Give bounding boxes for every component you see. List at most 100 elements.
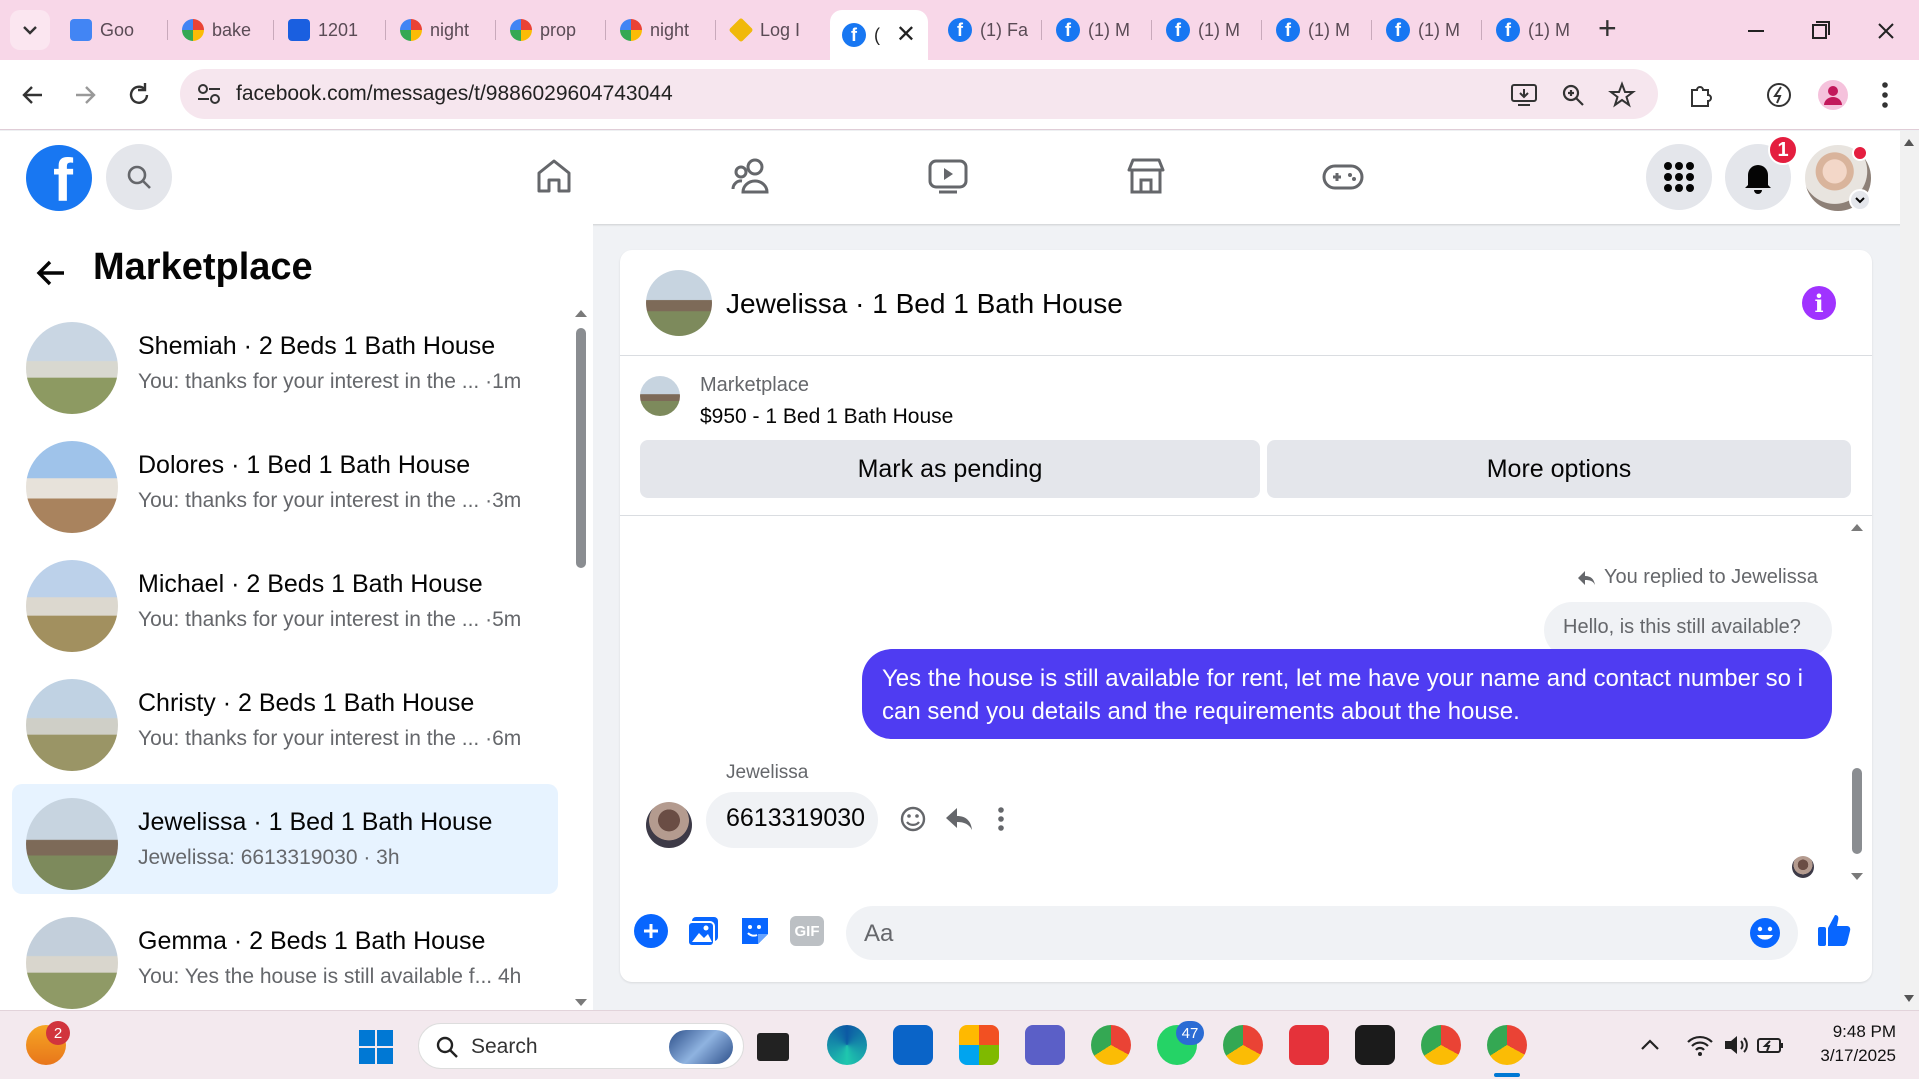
conversation-info-button[interactable]: i [1802, 286, 1836, 320]
chevron-up-icon[interactable] [1640, 1037, 1660, 1051]
menu-button[interactable] [1646, 144, 1712, 210]
thumbs-up-icon[interactable] [1816, 912, 1852, 948]
emoji-icon[interactable] [1748, 916, 1782, 950]
site-settings-icon[interactable] [196, 82, 222, 106]
chrome-profile-icon[interactable] [1223, 1025, 1263, 1065]
more-options-button[interactable]: More options [1267, 440, 1851, 498]
performance-icon[interactable] [1764, 80, 1794, 110]
browser-tab[interactable]: 1201 [276, 10, 386, 50]
stock-app-icon[interactable] [1355, 1025, 1395, 1065]
wifi-icon[interactable] [1686, 1033, 1714, 1057]
mark-as-pending-button[interactable]: Mark as pending [640, 440, 1260, 498]
browser-tab[interactable]: f (1) M [1154, 10, 1262, 50]
scroll-down-icon[interactable] [574, 998, 588, 1008]
task-view-icon[interactable] [757, 1033, 789, 1061]
browser-tab[interactable]: f (1) M [1264, 10, 1372, 50]
profile-avatar[interactable] [1818, 80, 1848, 110]
nav-friends[interactable] [721, 151, 781, 201]
back-button[interactable] [18, 80, 48, 110]
browser-tab[interactable]: f (1) M [1484, 10, 1592, 50]
search-button[interactable] [106, 144, 172, 210]
reply-icon [1578, 570, 1595, 585]
zoom-icon[interactable] [1560, 82, 1586, 108]
reply-icon[interactable] [944, 806, 974, 832]
browser-tab[interactable]: f (1) M [1374, 10, 1482, 50]
page-scrollbar[interactable] [1900, 131, 1919, 1010]
chat-header-title[interactable]: Jewelissa · 1 Bed 1 Bath House [726, 288, 1123, 320]
browser-tab[interactable]: Log I [718, 10, 828, 50]
clock-time[interactable]: 9:48 PM [1800, 1022, 1896, 1042]
nav-marketplace[interactable] [1116, 151, 1176, 201]
message-scrollbar[interactable] [1850, 522, 1864, 882]
browser-tab[interactable]: f (1) M [1044, 10, 1152, 50]
browser-tab[interactable]: night [608, 10, 716, 50]
nav-home[interactable] [524, 151, 584, 201]
conversation-item[interactable]: Gemma · 2 Beds 1 Bath House You: Yes the … [12, 903, 558, 1013]
chrome-profile-icon[interactable] [1487, 1025, 1527, 1065]
browser-tab[interactable]: bake [170, 10, 274, 50]
conversation-item[interactable]: Christy · 2 Beds 1 Bath House You: thanks… [12, 665, 558, 775]
bookmark-star-icon[interactable] [1608, 81, 1636, 109]
minimize-button[interactable] [1736, 16, 1776, 46]
online-dot [1852, 145, 1868, 161]
chat-header-avatar[interactable] [646, 270, 712, 336]
photo-icon[interactable] [686, 914, 720, 948]
restore-button[interactable] [1800, 16, 1840, 46]
account-menu-toggle[interactable] [1849, 189, 1871, 211]
address-bar[interactable]: facebook.com/messages/t/9886029604743044 [180, 69, 1658, 119]
outlook-icon[interactable] [893, 1025, 933, 1065]
conversation-item[interactable]: Dolores · 1 Bed 1 Bath House You: thanks … [12, 427, 558, 537]
scroll-up-icon[interactable] [574, 308, 588, 318]
facebook-logo[interactable]: f [26, 145, 92, 211]
conversation-item[interactable]: Jewelissa · 1 Bed 1 Bath House Jewelissa:… [12, 784, 558, 894]
browser-tab[interactable]: prop [498, 10, 606, 50]
wps-office-icon[interactable] [1289, 1025, 1329, 1065]
windows-start-icon[interactable] [358, 1029, 394, 1065]
received-message[interactable]: 6613319030 [706, 792, 878, 848]
scrollbar-thumb[interactable] [576, 328, 586, 568]
install-app-icon[interactable] [1510, 82, 1538, 108]
back-button[interactable] [34, 256, 68, 290]
scroll-up-icon[interactable] [1903, 137, 1915, 147]
browser-menu-button[interactable] [1880, 80, 1890, 110]
more-actions-icon[interactable] [996, 806, 1006, 832]
react-emoji-icon[interactable] [898, 804, 928, 834]
browser-tab[interactable]: Goo [58, 10, 168, 50]
chrome-icon[interactable] [1091, 1025, 1131, 1065]
chrome-profile-icon[interactable] [1421, 1025, 1461, 1065]
gif-button[interactable]: GIF [790, 916, 824, 946]
scroll-down-icon[interactable] [1850, 872, 1864, 882]
nav-video[interactable] [918, 151, 978, 201]
browser-tab-active[interactable]: f ( ✕ [830, 10, 928, 60]
browser-tab[interactable]: night [388, 10, 496, 50]
taskbar-search[interactable]: Search [418, 1023, 744, 1069]
sticker-icon[interactable] [738, 914, 772, 948]
conversation-item[interactable]: Michael · 2 Beds 1 Bath House You: thanks… [12, 546, 558, 656]
close-tab-icon[interactable]: ✕ [896, 20, 916, 49]
tab-search-button[interactable] [10, 10, 50, 50]
sender-avatar[interactable] [646, 802, 692, 848]
more-attachments-button[interactable] [634, 914, 668, 948]
edge-icon[interactable] [827, 1025, 867, 1065]
conversation-item[interactable]: Shemiah · 2 Beds 1 Bath House You: thanks… [12, 308, 558, 418]
nav-gaming[interactable] [1313, 151, 1373, 201]
scroll-down-icon[interactable] [1903, 994, 1915, 1004]
sent-message[interactable]: Yes the house is still available for ren… [862, 649, 1832, 739]
volume-icon[interactable] [1722, 1033, 1750, 1057]
forward-button[interactable] [70, 80, 100, 110]
scrollbar-thumb[interactable] [1852, 768, 1862, 854]
reload-button[interactable] [124, 80, 154, 110]
browser-tab[interactable]: f (1) Fa [936, 10, 1042, 50]
listing-thumbnail[interactable] [640, 376, 680, 416]
extensions-icon[interactable] [1686, 80, 1716, 110]
listing-title[interactable]: $950 - 1 Bed 1 Bath House [700, 405, 953, 429]
list-scrollbar[interactable] [574, 308, 588, 1008]
teams-icon[interactable] [1025, 1025, 1065, 1065]
battery-icon[interactable] [1756, 1033, 1786, 1057]
new-tab-button[interactable]: + [1598, 10, 1617, 47]
message-input[interactable]: Aa [846, 906, 1798, 960]
clock-date[interactable]: 3/17/2025 [1800, 1046, 1896, 1066]
scroll-up-icon[interactable] [1850, 522, 1864, 532]
close-window-button[interactable] [1866, 16, 1906, 46]
microsoft-store-icon[interactable] [959, 1025, 999, 1065]
